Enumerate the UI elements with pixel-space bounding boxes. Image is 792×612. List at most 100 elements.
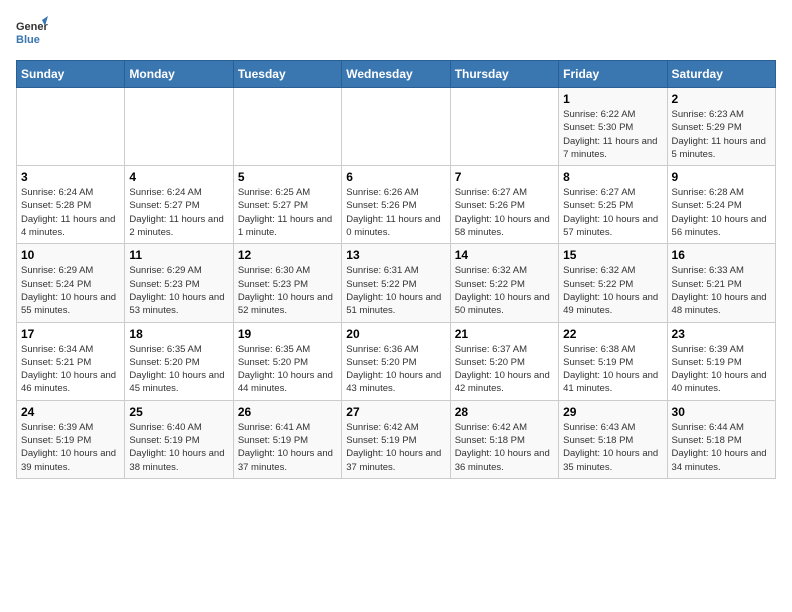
calendar-cell: 22 Sunrise: 6:38 AM Sunset: 5:19 PM Dayli… <box>559 322 667 400</box>
day-number: 15 <box>563 248 662 262</box>
calendar-cell: 1 Sunrise: 6:22 AM Sunset: 5:30 PM Daylig… <box>559 88 667 166</box>
day-number: 18 <box>129 327 228 341</box>
calendar-cell: 29 Sunrise: 6:43 AM Sunset: 5:18 PM Dayli… <box>559 400 667 478</box>
calendar-cell: 15 Sunrise: 6:32 AM Sunset: 5:22 PM Dayli… <box>559 244 667 322</box>
day-number: 11 <box>129 248 228 262</box>
day-number: 23 <box>672 327 771 341</box>
day-info: Sunrise: 6:22 AM Sunset: 5:30 PM Dayligh… <box>563 108 662 161</box>
day-number: 24 <box>21 405 120 419</box>
weekday-header-row: SundayMondayTuesdayWednesdayThursdayFrid… <box>17 61 776 88</box>
day-number: 17 <box>21 327 120 341</box>
day-info: Sunrise: 6:32 AM Sunset: 5:22 PM Dayligh… <box>563 264 662 317</box>
day-info: Sunrise: 6:32 AM Sunset: 5:22 PM Dayligh… <box>455 264 554 317</box>
day-number: 16 <box>672 248 771 262</box>
day-number: 2 <box>672 92 771 106</box>
logo-graphic-icon: General Blue <box>16 16 48 48</box>
calendar-cell <box>17 88 125 166</box>
weekday-header-wednesday: Wednesday <box>342 61 450 88</box>
day-number: 7 <box>455 170 554 184</box>
day-number: 22 <box>563 327 662 341</box>
calendar-cell: 8 Sunrise: 6:27 AM Sunset: 5:25 PM Daylig… <box>559 166 667 244</box>
day-number: 19 <box>238 327 337 341</box>
day-number: 14 <box>455 248 554 262</box>
calendar-cell: 18 Sunrise: 6:35 AM Sunset: 5:20 PM Dayli… <box>125 322 233 400</box>
day-info: Sunrise: 6:35 AM Sunset: 5:20 PM Dayligh… <box>129 343 228 396</box>
day-info: Sunrise: 6:31 AM Sunset: 5:22 PM Dayligh… <box>346 264 445 317</box>
calendar-table: SundayMondayTuesdayWednesdayThursdayFrid… <box>16 60 776 479</box>
day-info: Sunrise: 6:37 AM Sunset: 5:20 PM Dayligh… <box>455 343 554 396</box>
day-info: Sunrise: 6:34 AM Sunset: 5:21 PM Dayligh… <box>21 343 120 396</box>
calendar-cell <box>450 88 558 166</box>
day-info: Sunrise: 6:24 AM Sunset: 5:28 PM Dayligh… <box>21 186 120 239</box>
page-header: General Blue <box>16 16 776 48</box>
day-number: 25 <box>129 405 228 419</box>
day-number: 3 <box>21 170 120 184</box>
calendar-cell: 3 Sunrise: 6:24 AM Sunset: 5:28 PM Daylig… <box>17 166 125 244</box>
day-info: Sunrise: 6:38 AM Sunset: 5:19 PM Dayligh… <box>563 343 662 396</box>
day-info: Sunrise: 6:39 AM Sunset: 5:19 PM Dayligh… <box>672 343 771 396</box>
weekday-header-monday: Monday <box>125 61 233 88</box>
day-number: 12 <box>238 248 337 262</box>
calendar-cell: 11 Sunrise: 6:29 AM Sunset: 5:23 PM Dayli… <box>125 244 233 322</box>
day-info: Sunrise: 6:44 AM Sunset: 5:18 PM Dayligh… <box>672 421 771 474</box>
day-number: 8 <box>563 170 662 184</box>
day-info: Sunrise: 6:27 AM Sunset: 5:25 PM Dayligh… <box>563 186 662 239</box>
calendar-cell: 30 Sunrise: 6:44 AM Sunset: 5:18 PM Dayli… <box>667 400 775 478</box>
day-number: 27 <box>346 405 445 419</box>
calendar-cell: 24 Sunrise: 6:39 AM Sunset: 5:19 PM Dayli… <box>17 400 125 478</box>
calendar-cell <box>342 88 450 166</box>
day-number: 28 <box>455 405 554 419</box>
day-info: Sunrise: 6:29 AM Sunset: 5:24 PM Dayligh… <box>21 264 120 317</box>
day-info: Sunrise: 6:36 AM Sunset: 5:20 PM Dayligh… <box>346 343 445 396</box>
calendar-cell: 27Sunrise: 6:42 AM Sunset: 5:19 PM Dayli… <box>342 400 450 478</box>
day-info: Sunrise: 6:41 AM Sunset: 5:19 PM Dayligh… <box>238 421 337 474</box>
day-info: Sunrise: 6:29 AM Sunset: 5:23 PM Dayligh… <box>129 264 228 317</box>
day-info: Sunrise: 6:30 AM Sunset: 5:23 PM Dayligh… <box>238 264 337 317</box>
day-number: 1 <box>563 92 662 106</box>
calendar-week-row: 10 Sunrise: 6:29 AM Sunset: 5:24 PM Dayli… <box>17 244 776 322</box>
calendar-cell: 2 Sunrise: 6:23 AM Sunset: 5:29 PM Daylig… <box>667 88 775 166</box>
calendar-cell: 20 Sunrise: 6:36 AM Sunset: 5:20 PM Dayli… <box>342 322 450 400</box>
weekday-header-sunday: Sunday <box>17 61 125 88</box>
calendar-cell: 25 Sunrise: 6:40 AM Sunset: 5:19 PM Dayli… <box>125 400 233 478</box>
weekday-header-thursday: Thursday <box>450 61 558 88</box>
day-info: Sunrise: 6:23 AM Sunset: 5:29 PM Dayligh… <box>672 108 771 161</box>
calendar-cell: 14 Sunrise: 6:32 AM Sunset: 5:22 PM Dayli… <box>450 244 558 322</box>
calendar-cell: 26 Sunrise: 6:41 AM Sunset: 5:19 PM Dayli… <box>233 400 341 478</box>
day-info: Sunrise: 6:40 AM Sunset: 5:19 PM Dayligh… <box>129 421 228 474</box>
calendar-cell: 17 Sunrise: 6:34 AM Sunset: 5:21 PM Dayli… <box>17 322 125 400</box>
day-info: Sunrise: 6:39 AM Sunset: 5:19 PM Dayligh… <box>21 421 120 474</box>
day-number: 20 <box>346 327 445 341</box>
day-info: Sunrise: 6:42 AM Sunset: 5:18 PM Dayligh… <box>455 421 554 474</box>
calendar-cell: 28 Sunrise: 6:42 AM Sunset: 5:18 PM Dayli… <box>450 400 558 478</box>
calendar-cell: 9Sunrise: 6:28 AM Sunset: 5:24 PM Daylig… <box>667 166 775 244</box>
calendar-cell: 13 Sunrise: 6:31 AM Sunset: 5:22 PM Dayli… <box>342 244 450 322</box>
day-number: 13 <box>346 248 445 262</box>
day-number: 10 <box>21 248 120 262</box>
calendar-cell: 16Sunrise: 6:33 AM Sunset: 5:21 PM Dayli… <box>667 244 775 322</box>
day-number: 21 <box>455 327 554 341</box>
calendar-cell: 7 Sunrise: 6:27 AM Sunset: 5:26 PM Daylig… <box>450 166 558 244</box>
calendar-cell: 23 Sunrise: 6:39 AM Sunset: 5:19 PM Dayli… <box>667 322 775 400</box>
logo: General Blue <box>16 16 48 48</box>
day-info: Sunrise: 6:26 AM Sunset: 5:26 PM Dayligh… <box>346 186 445 239</box>
day-info: Sunrise: 6:43 AM Sunset: 5:18 PM Dayligh… <box>563 421 662 474</box>
calendar-cell: 5Sunrise: 6:25 AM Sunset: 5:27 PM Daylig… <box>233 166 341 244</box>
day-number: 5 <box>238 170 337 184</box>
calendar-cell: 6Sunrise: 6:26 AM Sunset: 5:26 PM Daylig… <box>342 166 450 244</box>
calendar-week-row: 3 Sunrise: 6:24 AM Sunset: 5:28 PM Daylig… <box>17 166 776 244</box>
day-number: 29 <box>563 405 662 419</box>
calendar-week-row: 24 Sunrise: 6:39 AM Sunset: 5:19 PM Dayli… <box>17 400 776 478</box>
calendar-cell <box>125 88 233 166</box>
calendar-cell: 10 Sunrise: 6:29 AM Sunset: 5:24 PM Dayli… <box>17 244 125 322</box>
weekday-header-friday: Friday <box>559 61 667 88</box>
day-number: 4 <box>129 170 228 184</box>
calendar-cell: 21 Sunrise: 6:37 AM Sunset: 5:20 PM Dayli… <box>450 322 558 400</box>
day-number: 30 <box>672 405 771 419</box>
calendar-cell <box>233 88 341 166</box>
calendar-cell: 4Sunrise: 6:24 AM Sunset: 5:27 PM Daylig… <box>125 166 233 244</box>
svg-text:General: General <box>16 21 48 33</box>
day-number: 26 <box>238 405 337 419</box>
day-info: Sunrise: 6:27 AM Sunset: 5:26 PM Dayligh… <box>455 186 554 239</box>
calendar-week-row: 17 Sunrise: 6:34 AM Sunset: 5:21 PM Dayli… <box>17 322 776 400</box>
